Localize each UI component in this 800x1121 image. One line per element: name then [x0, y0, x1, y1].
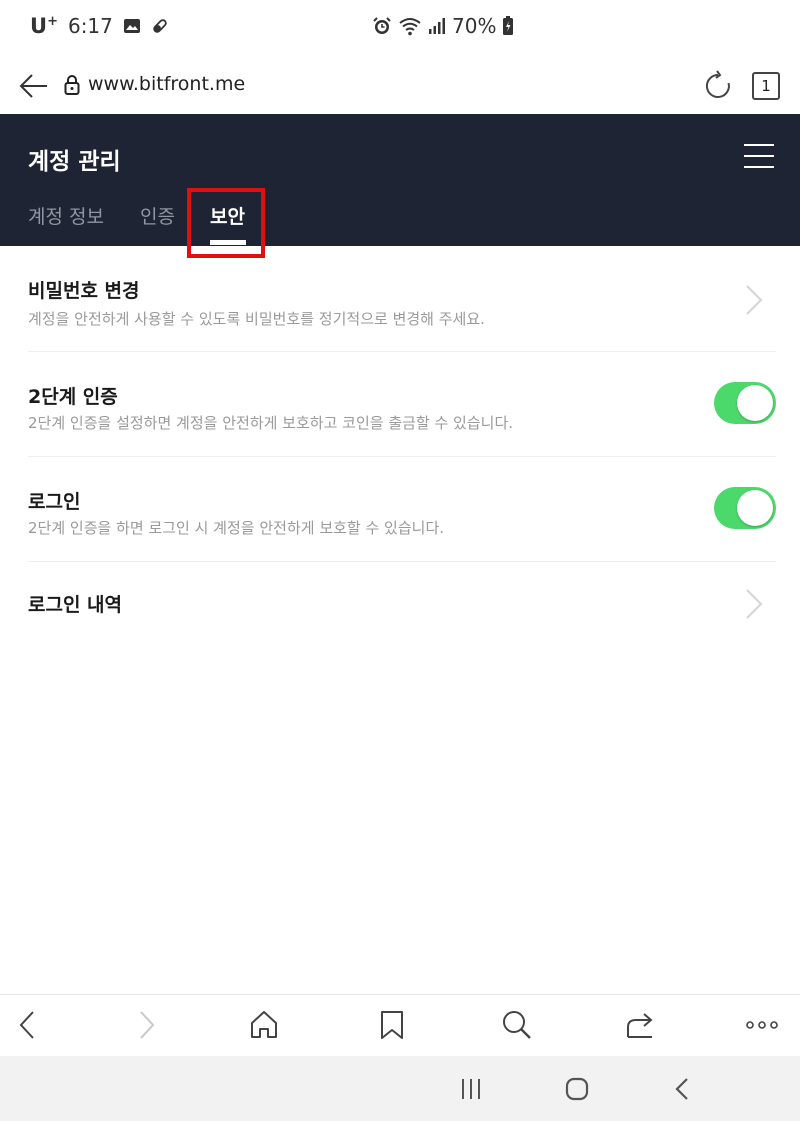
status-bar: U+ 6:17 70%	[0, 0, 800, 56]
divider	[28, 561, 776, 562]
setting-title: 로그인 내역	[28, 594, 123, 616]
setting-description: 2단계 인증을 하면 로그인 시 계정을 안전하게 보호할 수 있습니다.	[28, 519, 445, 537]
reload-icon[interactable]	[702, 70, 734, 102]
page-title: 계정 관리	[28, 149, 121, 175]
toggle-knob	[737, 385, 773, 421]
toggle-knob	[737, 490, 773, 526]
divider	[28, 351, 776, 352]
list-item-two-factor: 2단계 인증 2단계 인증을 설정하면 계정을 안전하게 보호하고 코인을 출금…	[28, 382, 776, 442]
list-item-login: 로그인 2단계 인증을 하면 로그인 시 계정을 안전하게 보호할 수 있습니다…	[28, 487, 776, 547]
gallery-icon	[123, 19, 140, 33]
share-icon[interactable]	[624, 1009, 656, 1041]
two-factor-toggle[interactable]	[714, 382, 776, 424]
chevron-right-icon[interactable]	[744, 284, 764, 316]
setting-title: 비밀번호 변경	[28, 280, 140, 302]
tab-account-info[interactable]: 계정 정보	[28, 202, 104, 229]
search-icon[interactable]	[500, 1009, 532, 1041]
back-icon[interactable]	[668, 1074, 698, 1104]
back-icon[interactable]	[12, 1009, 44, 1041]
system-nav-bar	[0, 1056, 800, 1121]
browser-toolbar	[0, 994, 800, 1056]
carrier-label: U+	[30, 14, 58, 38]
pill-icon	[153, 19, 167, 33]
clock: 6:17	[67, 14, 113, 38]
address-bar: www.bitfront.me 1	[0, 56, 800, 116]
page-header: 계정 관리 계정 정보 인증 보안	[0, 114, 800, 246]
chevron-right-icon[interactable]	[744, 588, 764, 620]
hamburger-menu-icon[interactable]	[744, 144, 774, 170]
alarm-icon	[373, 17, 391, 34]
login-toggle[interactable]	[714, 487, 776, 529]
more-icon[interactable]	[746, 1009, 778, 1041]
setting-title: 2단계 인증	[28, 386, 118, 408]
forward-icon[interactable]	[130, 1009, 162, 1041]
home-icon[interactable]	[562, 1074, 592, 1104]
back-arrow-icon[interactable]	[18, 70, 50, 102]
lock-icon	[64, 75, 80, 95]
divider	[28, 456, 776, 457]
highlight-annotation-box	[187, 188, 265, 258]
tab-count-button[interactable]: 1	[752, 72, 780, 100]
recent-apps-icon[interactable]	[456, 1074, 486, 1104]
setting-title: 로그인	[28, 491, 81, 513]
status-indicators: 70%	[372, 14, 514, 38]
tab-verification[interactable]: 인증	[140, 202, 175, 229]
bookmark-icon[interactable]	[376, 1009, 408, 1041]
signal-icon	[429, 18, 445, 34]
list-item-password-change[interactable]: 비밀번호 변경 계정을 안전하게 사용할 수 있도록 비밀번호를 정기적으로 변…	[28, 276, 776, 336]
home-icon[interactable]	[248, 1009, 280, 1041]
url-field[interactable]: www.bitfront.me	[88, 73, 245, 95]
battery-charging-icon	[503, 16, 514, 35]
status-left: U+ 6:17	[30, 14, 169, 38]
wifi-icon	[399, 18, 421, 36]
setting-description: 계정을 안전하게 사용할 수 있도록 비밀번호를 정기적으로 변경해 주세요.	[28, 310, 485, 328]
battery-percent: 70%	[452, 14, 497, 38]
setting-description: 2단계 인증을 설정하면 계정을 안전하게 보호하고 코인을 출금할 수 있습니…	[28, 414, 514, 432]
list-item-login-history[interactable]: 로그인 내역	[28, 588, 776, 626]
